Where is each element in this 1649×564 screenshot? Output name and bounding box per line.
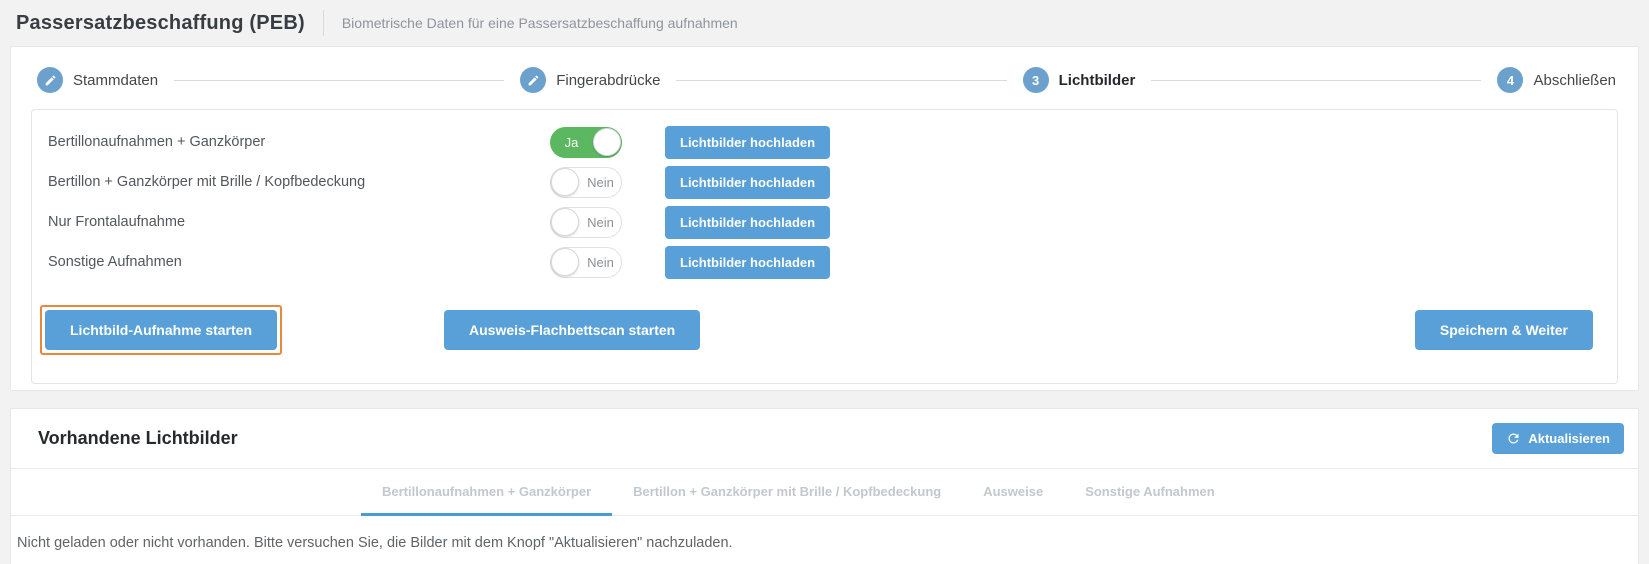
toggle-knob[interactable] [593, 128, 621, 156]
wizard-stepper: Stammdaten Fingerabdrücke 3 Lichtbilder … [11, 47, 1638, 109]
existing-photos-title: Vorhandene Lichtbilder [38, 428, 238, 449]
step-stammdaten[interactable]: Stammdaten [37, 67, 158, 93]
option-row-frontalaufnahme: Nur Frontalaufnahme Nein Lichtbilder hoc… [40, 202, 1605, 242]
step-connector [1151, 80, 1481, 81]
upload-photos-button[interactable]: Lichtbilder hochladen [665, 126, 830, 159]
toggle-knob[interactable] [551, 208, 579, 236]
toggle-knob[interactable] [551, 168, 579, 196]
edit-icon [37, 67, 63, 93]
toggle-value: Nein [580, 248, 621, 277]
step-abschliessen[interactable]: 4 Abschließen [1497, 67, 1616, 93]
option-label: Nur Frontalaufnahme [40, 214, 550, 230]
save-and-next-button[interactable]: Speichern & Weiter [1415, 310, 1593, 350]
step-lichtbilder[interactable]: 3 Lichtbilder [1023, 67, 1136, 93]
toggle-value: Nein [580, 168, 621, 197]
toggle-knob[interactable] [551, 248, 579, 276]
option-label: Sonstige Aufnahmen [40, 254, 550, 270]
highlight-frame: Lichtbild-Aufnahme starten [40, 305, 282, 355]
option-label: Bertillon + Ganzkörper mit Brille / Kopf… [40, 174, 550, 190]
refresh-label: Aktualisieren [1528, 431, 1610, 446]
step-connector [174, 80, 504, 81]
option-row-bertillon-brille: Bertillon + Ganzkörper mit Brille / Kopf… [40, 162, 1605, 202]
step-label: Abschließen [1533, 72, 1616, 89]
refresh-button[interactable]: Aktualisieren [1492, 423, 1624, 454]
upload-photos-button[interactable]: Lichtbilder hochladen [665, 246, 830, 279]
upload-photos-button[interactable]: Lichtbilder hochladen [665, 206, 830, 239]
step-label: Lichtbilder [1059, 72, 1136, 89]
step-number-badge: 3 [1023, 67, 1049, 93]
toggle-frontalaufnahme[interactable]: Nein [550, 207, 622, 238]
existing-photos-header: Vorhandene Lichtbilder Aktualisieren [11, 409, 1638, 469]
edit-icon [520, 67, 546, 93]
option-row-sonstige: Sonstige Aufnahmen Nein Lichtbilder hoch… [40, 242, 1605, 282]
start-flatbed-scan-button[interactable]: Ausweis-Flachbettscan starten [444, 310, 700, 350]
step-connector [676, 80, 1006, 81]
app-header: Passersatzbeschaffung (PEB) Biometrische… [0, 0, 1649, 46]
toggle-bertillon-brille[interactable]: Nein [550, 167, 622, 198]
capture-wizard-card: Stammdaten Fingerabdrücke 3 Lichtbilder … [10, 46, 1639, 391]
tab-sonstige-aufnahmen[interactable]: Sonstige Aufnahmen [1064, 469, 1236, 516]
photo-category-tabs: Bertillonaufnahmen + Ganzkörper Bertillo… [11, 469, 1638, 516]
step-number-badge: 4 [1497, 67, 1523, 93]
start-photo-capture-button[interactable]: Lichtbild-Aufnahme starten [45, 310, 277, 350]
option-label: Bertillonaufnahmen + Ganzkörper [40, 134, 550, 150]
actions-row: Lichtbild-Aufnahme starten Ausweis-Flach… [40, 305, 1605, 355]
tab-bertillon-ganzkoerper[interactable]: Bertillonaufnahmen + Ganzkörper [361, 469, 612, 516]
step-fingerabdruecke[interactable]: Fingerabdrücke [520, 67, 660, 93]
existing-photos-card: Vorhandene Lichtbilder Aktualisieren Ber… [10, 408, 1639, 564]
option-row-bertillon-ganzkoerper: Bertillonaufnahmen + Ganzkörper Ja Licht… [40, 122, 1605, 162]
tab-ausweise[interactable]: Ausweise [962, 469, 1064, 516]
refresh-icon [1506, 431, 1521, 446]
page-title: Passersatzbeschaffung (PEB) [16, 12, 305, 35]
toggle-sonstige[interactable]: Nein [550, 247, 622, 278]
page-subtitle: Biometrische Daten für eine Passersatzbe… [342, 15, 738, 31]
header-divider [323, 10, 324, 36]
empty-state-message: Nicht geladen oder nicht vorhanden. Bitt… [11, 516, 1638, 561]
upload-photos-button[interactable]: Lichtbilder hochladen [665, 166, 830, 199]
toggle-bertillon-ganzkoerper[interactable]: Ja [550, 127, 622, 158]
photo-options-box: Bertillonaufnahmen + Ganzkörper Ja Licht… [31, 109, 1618, 384]
tab-bertillon-brille[interactable]: Bertillon + Ganzkörper mit Brille / Kopf… [612, 469, 962, 516]
toggle-value: Ja [550, 127, 593, 158]
step-label: Stammdaten [73, 72, 158, 89]
step-label: Fingerabdrücke [556, 72, 660, 89]
toggle-value: Nein [580, 208, 621, 237]
